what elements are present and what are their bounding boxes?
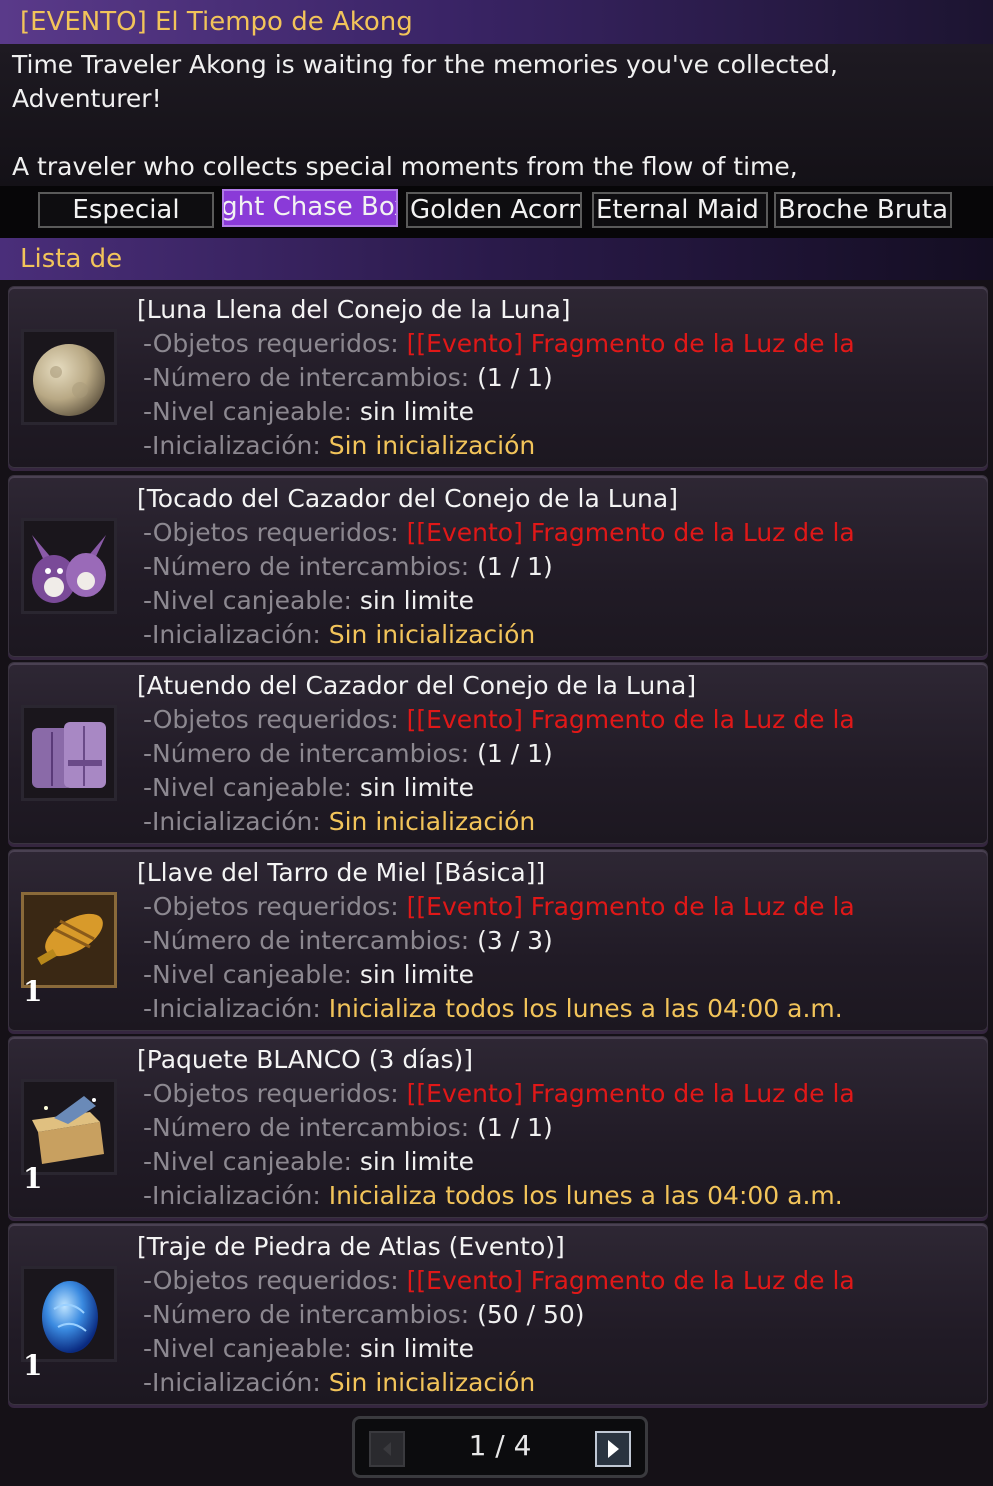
tab-broche-brutal[interactable]: Broche Brutal (774, 192, 952, 228)
level-value: sin limite (359, 586, 474, 615)
item-quantity: 1 (23, 1349, 43, 1382)
chevron-right-icon (608, 1440, 619, 1458)
reset-value: Sin inicialización (328, 431, 536, 460)
list-item[interactable]: 1 [Llave del Tarro de Miel [Básica]] -Ob… (8, 849, 988, 1031)
exchange-count: (1 / 1) (477, 552, 553, 581)
exchange-count: (1 / 1) (477, 363, 553, 392)
exchanges-label: -Número de intercambios: (143, 1300, 478, 1329)
required-item: [[Evento] Fragmento de la Luz de la (406, 705, 855, 734)
category-tab-bar: Especial Moonlight Chase Box Golden Acor… (0, 186, 993, 238)
reset-value: Sin inicialización (328, 1368, 536, 1397)
level-value: sin limite (359, 960, 474, 989)
item-name: [Atuendo del Cazador del Conejo de la Lu… (137, 671, 697, 700)
item-name: [Tocado del Cazador del Conejo de la Lun… (137, 484, 678, 513)
intro-line-1: Time Traveler Akong is waiting for the m… (12, 50, 838, 79)
item-name: [Traje de Piedra de Atlas (Evento)] (137, 1232, 565, 1261)
required-item: [[Evento] Fragmento de la Luz de la (406, 1079, 855, 1108)
reset-label: -Inicialización: (143, 994, 329, 1023)
required-item: [[Evento] Fragmento de la Luz de la (406, 1266, 855, 1295)
intro-text-panel: Time Traveler Akong is waiting for the m… (0, 44, 993, 186)
exchanges-label: -Número de intercambios: (143, 552, 478, 581)
tab-especial[interactable]: Especial (38, 192, 214, 228)
required-item: [[Evento] Fragmento de la Luz de la (406, 892, 855, 921)
list-item[interactable]: 1 [Paquete BLANCO (3 días)] -Objetos req… (8, 1036, 988, 1218)
exchange-count: (1 / 1) (477, 1113, 553, 1142)
reset-label: -Inicialización: (143, 1368, 329, 1397)
item-name: [Luna Llena del Conejo de la Luna] (137, 295, 571, 324)
exchanges-label: -Número de intercambios: (143, 926, 478, 955)
window-title-bar: [EVENTO] El Tiempo de Akong (0, 0, 993, 44)
item-quantity: 1 (23, 975, 43, 1008)
pagination: 1 / 4 (352, 1416, 648, 1478)
exchange-count: (50 / 50) (477, 1300, 585, 1329)
outfit-icon (21, 705, 117, 801)
required-label: -Objetos requeridos: (143, 1079, 407, 1108)
bunny-hood-icon (21, 518, 117, 614)
exchanges-label: -Número de intercambios: (143, 363, 478, 392)
level-value: sin limite (359, 1334, 474, 1363)
package-box-icon (21, 1079, 117, 1175)
level-value: sin limite (359, 773, 474, 802)
exchange-count: (3 / 3) (477, 926, 553, 955)
level-label: -Nivel canjeable: (143, 773, 360, 802)
list-item[interactable]: [Tocado del Cazador del Conejo de la Lun… (8, 475, 988, 657)
item-quantity: 1 (23, 1162, 43, 1195)
level-label: -Nivel canjeable: (143, 586, 360, 615)
list-item[interactable]: [Atuendo del Cazador del Conejo de la Lu… (8, 662, 988, 844)
required-label: -Objetos requeridos: (143, 518, 407, 547)
level-value: sin limite (359, 397, 474, 426)
intro-line-2: Adventurer! (12, 84, 162, 113)
required-item: [[Evento] Fragmento de la Luz de la (406, 329, 855, 358)
exchange-count: (1 / 1) (477, 739, 553, 768)
level-label: -Nivel canjeable: (143, 397, 360, 426)
exchange-list: [Luna Llena del Conejo de la Luna] -Obje… (0, 280, 993, 1486)
intro-line-3: A traveler who collects special moments … (12, 152, 798, 181)
tab-eternal-maid[interactable]: Eternal Maid (592, 192, 768, 228)
required-label: -Objetos requeridos: (143, 329, 407, 358)
honey-key-icon (21, 892, 117, 988)
tab-moonlight-chase-box[interactable]: Moonlight Chase Box (222, 189, 398, 227)
reset-value: Inicializa todos los lunes a las 04:00 a… (328, 1181, 843, 1210)
level-value: sin limite (359, 1147, 474, 1176)
list-item[interactable]: 1 [Traje de Piedra de Atlas (Evento)] -O… (8, 1223, 988, 1405)
level-label: -Nivel canjeable: (143, 1334, 360, 1363)
list-item[interactable]: [Luna Llena del Conejo de la Luna] -Obje… (8, 286, 988, 468)
item-name: [Paquete BLANCO (3 días)] (137, 1045, 474, 1074)
list-header: Lista de (0, 238, 993, 280)
next-page-button[interactable] (595, 1431, 631, 1467)
level-label: -Nivel canjeable: (143, 960, 360, 989)
exchanges-label: -Número de intercambios: (143, 739, 478, 768)
required-label: -Objetos requeridos: (143, 1266, 407, 1295)
item-name: [Llave del Tarro de Miel [Básica]] (137, 858, 546, 887)
reset-label: -Inicialización: (143, 1181, 329, 1210)
reset-label: -Inicialización: (143, 807, 329, 836)
reset-value: Sin inicialización (328, 620, 536, 649)
reset-value: Inicializa todos los lunes a las 04:00 a… (328, 994, 843, 1023)
atlas-stone-icon (21, 1266, 117, 1362)
level-label: -Nivel canjeable: (143, 1147, 360, 1176)
list-header-label: Lista de (20, 244, 123, 274)
required-label: -Objetos requeridos: (143, 892, 407, 921)
exchanges-label: -Número de intercambios: (143, 1113, 478, 1142)
reset-label: -Inicialización: (143, 431, 329, 460)
required-item: [[Evento] Fragmento de la Luz de la (406, 518, 855, 547)
moon-icon (21, 329, 117, 425)
required-label: -Objetos requeridos: (143, 705, 407, 734)
tab-golden-acorn[interactable]: Golden Acorn (406, 192, 582, 228)
window-title: [EVENTO] El Tiempo de Akong (20, 7, 413, 37)
reset-label: -Inicialización: (143, 620, 329, 649)
reset-value: Sin inicialización (328, 807, 536, 836)
